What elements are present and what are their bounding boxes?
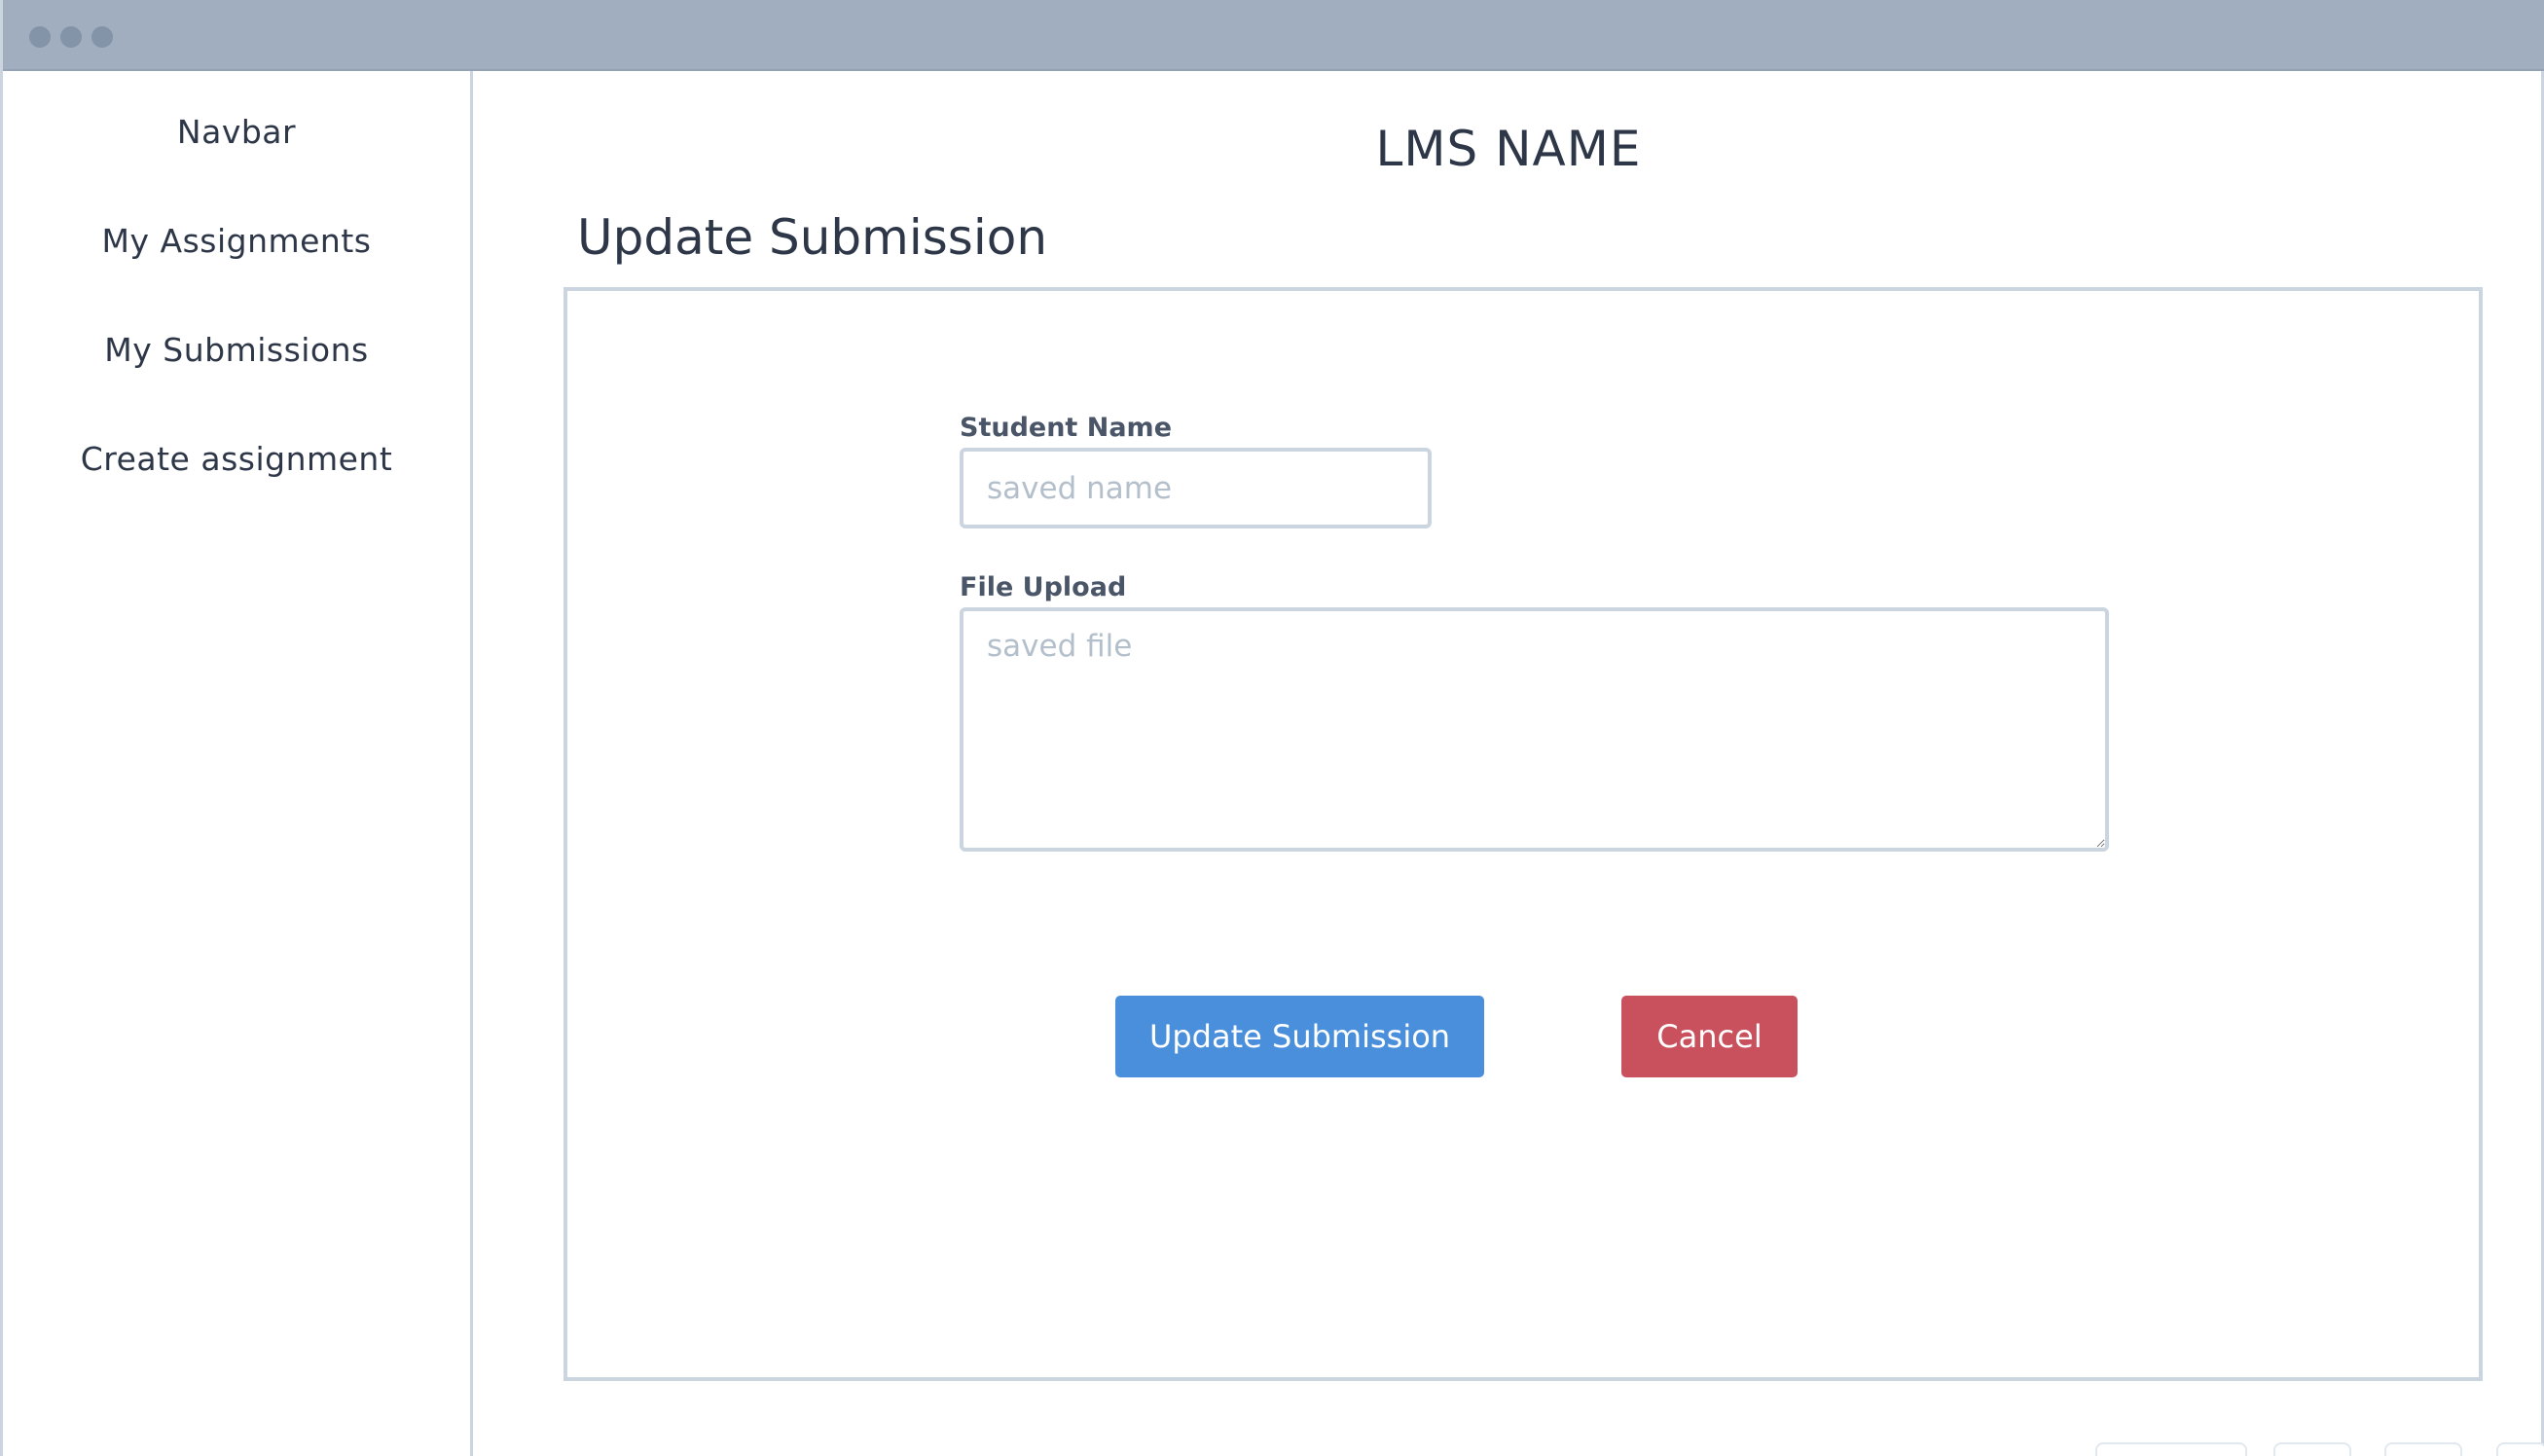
update-submission-button[interactable]: Update Submission [1115,996,1484,1077]
app-title: LMS NAME [1375,121,1642,177]
window-minimize-dot-icon[interactable] [60,26,82,48]
page-title: Update Submission [577,209,1048,266]
window-titlebar [3,0,2544,71]
file-upload-label: File Upload [960,572,1127,602]
footer-control[interactable] [2384,1442,2462,1456]
student-name-label: Student Name [960,413,1173,443]
window-maximize-dot-icon[interactable] [91,26,113,48]
sidebar-item-navbar[interactable]: Navbar [3,113,470,151]
footer-control[interactable] [2273,1442,2351,1456]
student-name-input[interactable] [960,448,1432,528]
sidebar-item-my-submissions[interactable]: My Submissions [3,331,470,369]
sidebar-item-my-assignments[interactable]: My Assignments [3,222,470,260]
cancel-button[interactable]: Cancel [1621,996,1798,1077]
sidebar-item-create-assignment[interactable]: Create assignment [3,440,470,478]
browser-window: Navbar My Assignments My Submissions Cre… [0,0,2544,1456]
window-close-dot-icon[interactable] [29,26,51,48]
footer-control[interactable] [2095,1442,2247,1456]
file-upload-textarea[interactable] [960,607,2109,852]
sidebar: Navbar My Assignments My Submissions Cre… [3,71,473,1456]
footer-control[interactable] [2496,1442,2544,1456]
